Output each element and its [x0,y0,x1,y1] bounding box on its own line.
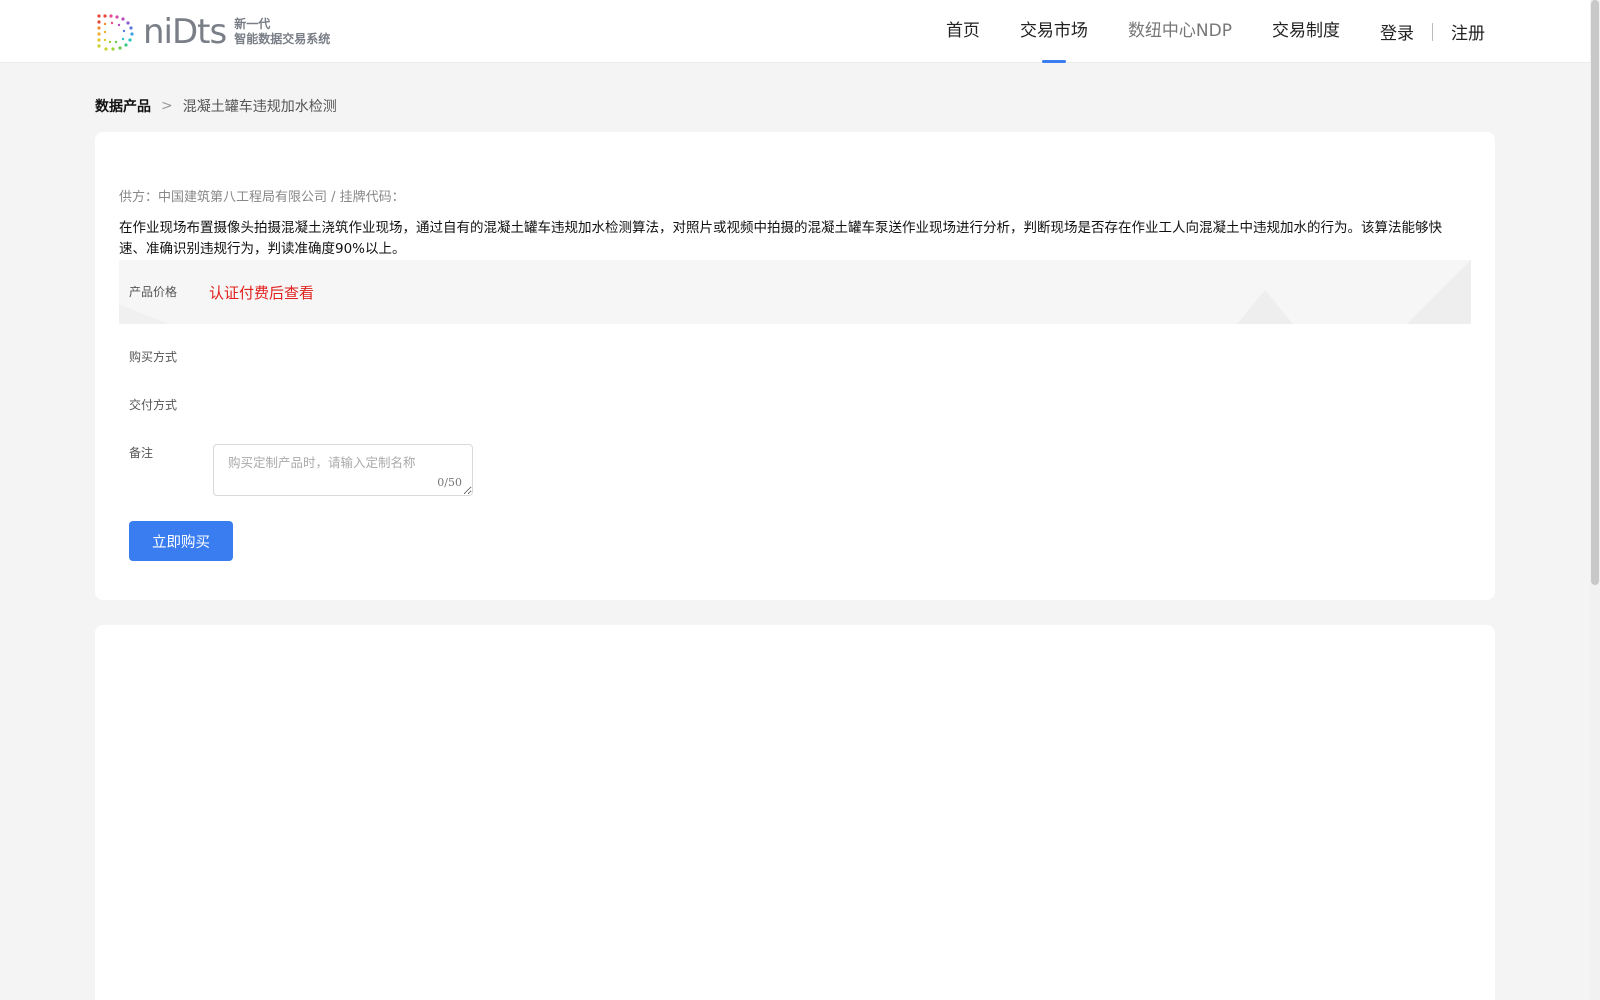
logo-wordmark: niDts [143,12,227,52]
auth-divider [1432,22,1433,41]
chevron-right-icon: > [161,98,173,114]
logo-subtitle-line2: 智能数据交易系统 [234,32,331,46]
price-value[interactable]: 认证付费后查看 [209,282,314,303]
auth-links: 登录 注册 [1380,19,1485,44]
nav-item-rules[interactable]: 交易制度 [1272,0,1340,63]
logo-subtitle: 新一代 智能数据交易系统 [234,17,330,47]
nav-item-market[interactable]: 交易市场 [1020,0,1088,63]
remark-label: 备注 [129,446,154,460]
register-link[interactable]: 注册 [1451,19,1485,44]
nav-item-ndp-center[interactable]: 数纽中心NDP [1128,0,1232,63]
breadcrumb-current: 混凝土罐车违规加水检测 [182,99,337,115]
page-scrollbar[interactable] [1590,0,1600,1000]
remark-char-count: 0/50 [437,476,462,489]
breadcrumb: 数据产品 > 混凝土罐车违规加水检测 [95,96,337,116]
main-nav: 首页 交易市场 数纽中心NDP 交易制度 登录 注册 [906,0,1485,63]
band-decoration [1407,260,1471,324]
page-scrollbar-thumb[interactable] [1591,0,1599,585]
product-detail-card: 供方：中国建筑第八工程局有限公司 / 挂牌代码： 在作业现场布置摄像头拍摄混凝土… [95,132,1495,600]
product-extra-card [95,625,1495,1000]
nav-item-home[interactable]: 首页 [946,0,980,63]
delivery-method-label: 交付方式 [129,398,178,412]
purchase-method-label: 购买方式 [129,350,178,364]
top-header: niDts 新一代 智能数据交易系统 首页 交易市场 数纽中心NDP 交易制度 … [0,0,1590,63]
price-label: 产品价格 [129,285,178,299]
band-decoration [119,304,169,324]
price-band [119,260,1471,324]
login-link[interactable]: 登录 [1380,19,1414,44]
logo-subtitle-line1: 新一代 [234,17,271,31]
buy-now-button[interactable]: 立即购买 [129,521,233,561]
breadcrumb-root-link[interactable]: 数据产品 [95,96,151,116]
remark-field: 0/50 [213,444,473,496]
product-description: 在作业现场布置摄像头拍摄混凝土浇筑作业现场，通过自有的混凝土罐车违规加水检测算法… [119,220,1442,257]
supplier-info: 供方：中国建筑第八工程局有限公司 / 挂牌代码： [119,190,405,205]
logo-d-mark-icon [97,14,134,51]
site-logo[interactable]: niDts 新一代 智能数据交易系统 [95,12,345,52]
remark-input[interactable] [214,445,472,495]
band-decoration [1237,290,1293,324]
